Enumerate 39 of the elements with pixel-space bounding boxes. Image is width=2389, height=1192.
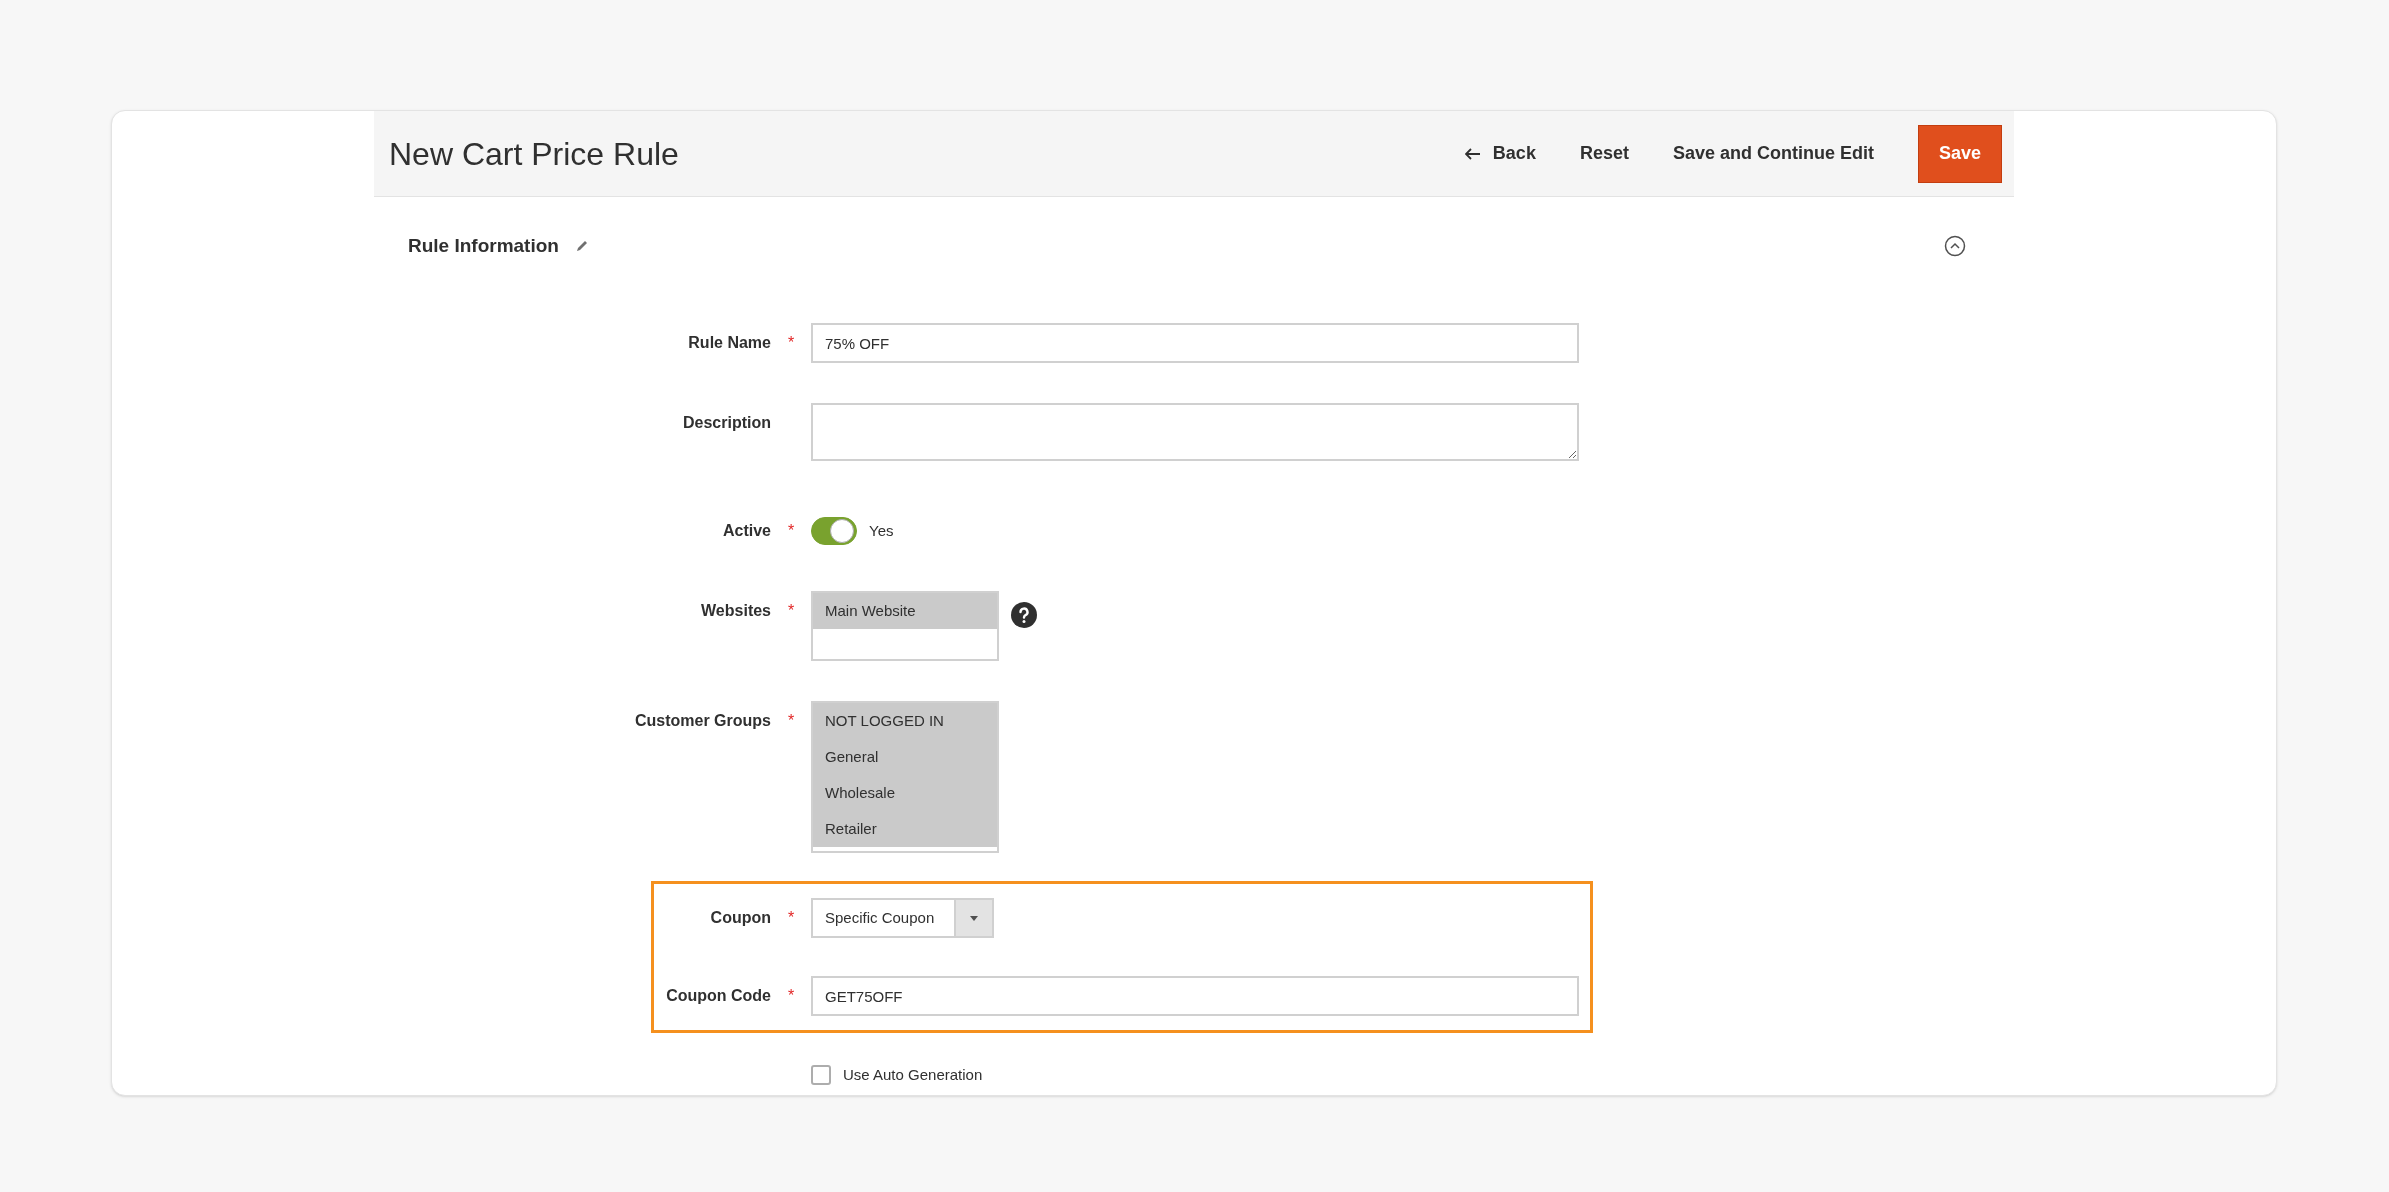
list-option[interactable]: Retailer: [813, 811, 997, 847]
coupon-select[interactable]: Specific Coupon: [811, 898, 995, 938]
textarea-input[interactable]: [811, 403, 1579, 461]
field-label: Coupon Code: [666, 986, 771, 1006]
field-label: Coupon: [710, 908, 771, 928]
save-button[interactable]: Save: [1917, 124, 2002, 183]
caret-icon: [970, 915, 979, 921]
toggle-switch[interactable]: [811, 517, 857, 545]
text-input[interactable]: GET75OFF: [811, 976, 1579, 1016]
toggle-value: Yes: [869, 520, 894, 541]
list-option[interactable]: Wholesale: [813, 775, 997, 811]
required-mark: *: [787, 711, 795, 731]
list-option[interactable]: NOT LOGGED IN: [813, 703, 997, 739]
required-mark: *: [787, 333, 795, 353]
list-option[interactable]: Main Website: [813, 593, 997, 629]
multiselect-list[interactable]: NOT LOGGED IN General Wholesale Retailer: [811, 701, 999, 853]
page-title: New Cart Price Rule: [389, 134, 680, 174]
text-input[interactable]: 75% OFF: [811, 323, 1579, 363]
field-label: Customer Groups: [635, 711, 771, 731]
list-option[interactable]: General: [813, 739, 997, 775]
checkbox[interactable]: [811, 1065, 831, 1085]
back-button[interactable]: Back: [1464, 140, 1536, 167]
action-button[interactable]: Reset: [1579, 140, 1629, 167]
required-mark: *: [787, 986, 795, 1006]
section-title: Rule Information: [408, 233, 559, 258]
field-label: Description: [683, 413, 771, 433]
required-mark: *: [787, 601, 795, 621]
help-icon[interactable]: [1011, 602, 1037, 628]
field-label: Active: [722, 521, 771, 541]
field-label: Rule Name: [688, 333, 771, 353]
collapse-icon[interactable]: [1944, 235, 1966, 257]
action-button[interactable]: Save and Continue Edit: [1672, 140, 1874, 167]
pencil-icon: [574, 239, 589, 253]
multiselect-list[interactable]: Main Website: [811, 591, 999, 661]
field-label: Websites: [701, 601, 771, 621]
checkbox-label: Use Auto Generation: [843, 1064, 983, 1085]
required-mark: *: [787, 908, 795, 928]
required-mark: *: [787, 521, 795, 541]
arrow-left-icon: [1464, 147, 1481, 160]
